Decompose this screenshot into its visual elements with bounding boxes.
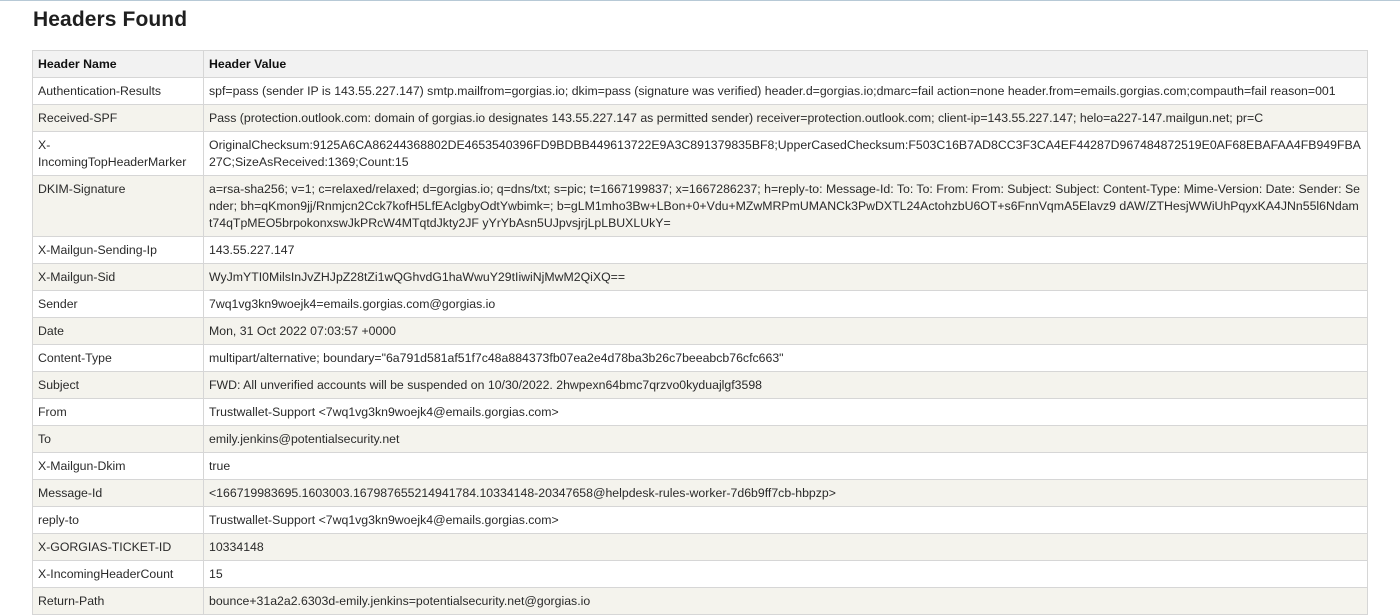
header-name-cell: Received-SPF xyxy=(32,104,204,132)
table-row: To emily.jenkins@potentialsecurity.net xyxy=(32,425,1368,453)
table-row: Subject FWD: All unverified accounts will… xyxy=(32,371,1368,399)
header-name-cell: reply-to xyxy=(32,506,204,534)
column-header-value: Header Value xyxy=(203,50,1368,78)
header-value-cell: Trustwallet-Support <7wq1vg3kn9woejk4@em… xyxy=(203,398,1368,426)
top-border xyxy=(0,0,1400,1)
table-row: Content-Type multipart/alternative; bound… xyxy=(32,344,1368,372)
header-value-cell: FWD: All unverified accounts will be sus… xyxy=(203,371,1368,399)
header-name-cell: Date xyxy=(32,317,204,345)
header-value-cell: <166719983695.1603003.167987655214941784… xyxy=(203,479,1368,507)
table-row: Sender 7wq1vg3kn9woejk4=emails.gorgias.co… xyxy=(32,290,1368,318)
header-value-cell: multipart/alternative; boundary="6a791d5… xyxy=(203,344,1368,372)
table-row: Received-SPF Pass (protection.outlook.com… xyxy=(32,104,1368,132)
table-row: X-Mailgun-Sending-Ip 143.55.227.147 xyxy=(32,236,1368,264)
header-value-cell: bounce+31a2a2.6303d-emily.jenkins=potent… xyxy=(203,587,1368,615)
header-name-cell: From xyxy=(32,398,204,426)
table-row: Authentication-Results spf=pass (sender I… xyxy=(32,77,1368,105)
header-value-cell: Mon, 31 Oct 2022 07:03:57 +0000 xyxy=(203,317,1368,345)
header-value-cell: Pass (protection.outlook.com: domain of … xyxy=(203,104,1368,132)
header-name-cell: X-IncomingHeaderCount xyxy=(32,560,204,588)
header-name-cell: Authentication-Results xyxy=(32,77,204,105)
table-body: Authentication-Results spf=pass (sender I… xyxy=(32,77,1368,615)
header-name-cell: X-Mailgun-Sending-Ip xyxy=(32,236,204,264)
header-name-cell: X-Mailgun-Dkim xyxy=(32,452,204,480)
table-row: reply-to Trustwallet-Support <7wq1vg3kn9w… xyxy=(32,506,1368,534)
page-title: Headers Found xyxy=(33,8,188,31)
header-value-cell: 143.55.227.147 xyxy=(203,236,1368,264)
header-value-cell: 10334148 xyxy=(203,533,1368,561)
header-name-cell: X-IncomingTopHeaderMarker xyxy=(32,131,204,176)
table-row: Date Mon, 31 Oct 2022 07:03:57 +0000 xyxy=(32,317,1368,345)
header-name-cell: Return-Path xyxy=(32,587,204,615)
header-value-cell: a=rsa-sha256; v=1; c=relaxed/relaxed; d=… xyxy=(203,175,1368,237)
table-header-row: Header Name Header Value xyxy=(32,50,1368,78)
table-row: X-IncomingHeaderCount 15 xyxy=(32,560,1368,588)
header-value-cell: Trustwallet-Support <7wq1vg3kn9woejk4@em… xyxy=(203,506,1368,534)
header-value-cell: WyJmYTI0MilsInJvZHJpZ28tZi1wQGhvdG1haWwu… xyxy=(203,263,1368,291)
table-row: Return-Path bounce+31a2a2.6303d-emily.jen… xyxy=(32,587,1368,615)
header-value-cell: spf=pass (sender IP is 143.55.227.147) s… xyxy=(203,77,1368,105)
header-name-cell: Subject xyxy=(32,371,204,399)
column-header-name: Header Name xyxy=(32,50,204,78)
header-value-cell: 7wq1vg3kn9woejk4=emails.gorgias.com@gorg… xyxy=(203,290,1368,318)
table-row: From Trustwallet-Support <7wq1vg3kn9woejk… xyxy=(32,398,1368,426)
header-name-cell: To xyxy=(32,425,204,453)
header-name-cell: DKIM-Signature xyxy=(32,175,204,237)
header-name-cell: Sender xyxy=(32,290,204,318)
header-name-cell: X-Mailgun-Sid xyxy=(32,263,204,291)
table-row: DKIM-Signature a=rsa-sha256; v=1; c=relax… xyxy=(32,175,1368,237)
table-row: X-Mailgun-Sid WyJmYTI0MilsInJvZHJpZ28tZi1… xyxy=(32,263,1368,291)
header-value-cell: emily.jenkins@potentialsecurity.net xyxy=(203,425,1368,453)
header-name-cell: X-GORGIAS-TICKET-ID xyxy=(32,533,204,561)
table-row: X-Mailgun-Dkim true xyxy=(32,452,1368,480)
header-value-cell: 15 xyxy=(203,560,1368,588)
header-value-cell: true xyxy=(203,452,1368,480)
header-name-cell: Message-Id xyxy=(32,479,204,507)
header-name-cell: Content-Type xyxy=(32,344,204,372)
header-value-cell: OriginalChecksum:9125A6CA86244368802DE46… xyxy=(203,131,1368,176)
table-row: Message-Id <166719983695.1603003.16798765… xyxy=(32,479,1368,507)
table-row: X-GORGIAS-TICKET-ID 10334148 xyxy=(32,533,1368,561)
headers-table: Header Name Header Value Authentication-… xyxy=(32,50,1368,615)
table-row: X-IncomingTopHeaderMarker OriginalChecksu… xyxy=(32,131,1368,176)
